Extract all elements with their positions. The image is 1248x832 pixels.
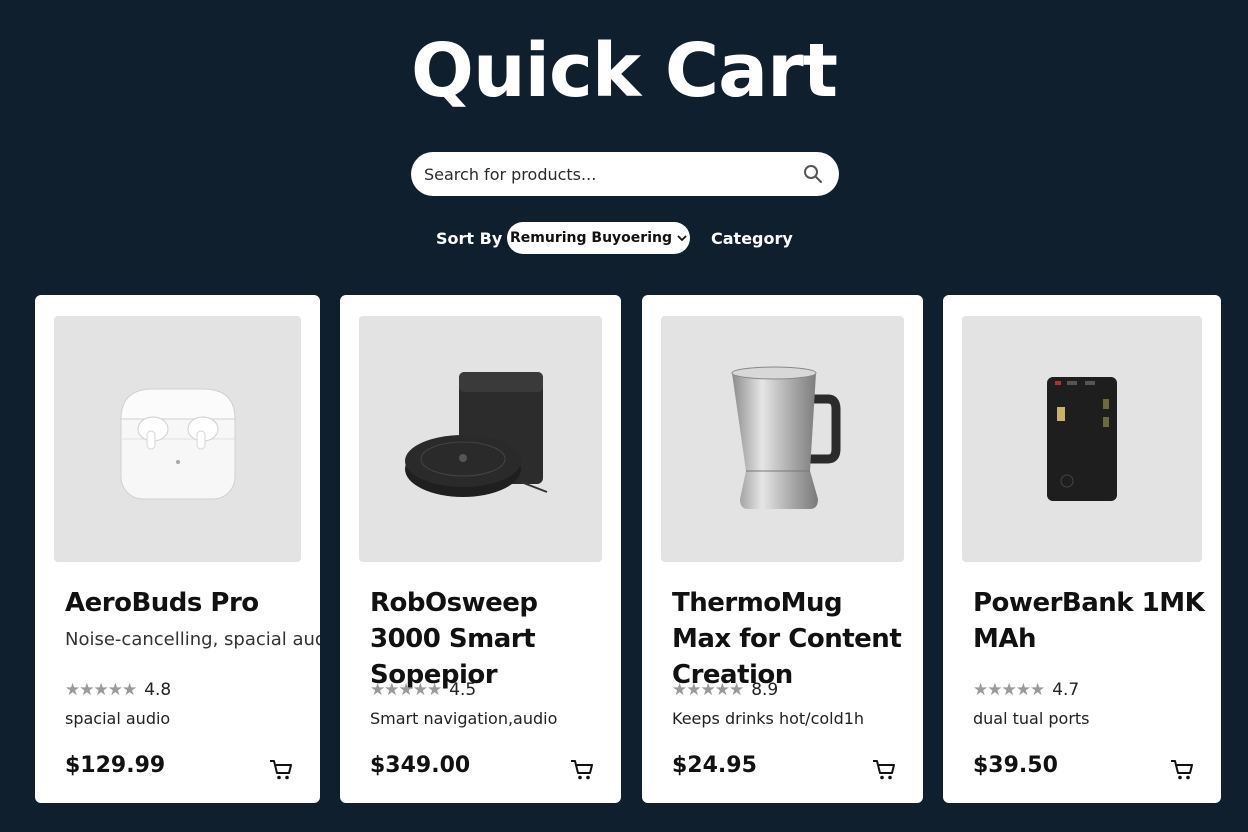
- product-rating: ★★★★★ 8.9: [672, 680, 778, 700]
- star-rating-icon: ★★★★★: [973, 680, 1045, 699]
- product-price: $349.00: [370, 753, 471, 778]
- product-image[interactable]: [54, 316, 301, 562]
- earbuds-icon: [119, 388, 236, 500]
- product-price: $24.95: [672, 753, 757, 778]
- product-image[interactable]: [661, 316, 904, 562]
- product-name[interactable]: ThermoMug Max for Content Creation: [672, 585, 909, 693]
- product-card[interactable]: AeroBuds Pro Noise-cancelling, spacial a…: [35, 295, 320, 803]
- rating-value: 4.8: [144, 680, 172, 700]
- sort-by-label: Sort By: [436, 229, 503, 248]
- rating-value: 4.7: [1052, 680, 1080, 700]
- product-price: $39.50: [973, 753, 1058, 778]
- star-rating-icon: ★★★★★: [672, 680, 744, 699]
- star-rating-icon: ★★★★★: [65, 680, 137, 699]
- quick-cart-page: Quick Cart Sort By Remuring Buyoering Ca…: [0, 0, 1248, 832]
- add-to-cart-button[interactable]: [268, 758, 294, 782]
- product-rating: ★★★★★ 4.5: [370, 680, 476, 700]
- product-rating: ★★★★★ 4.7: [973, 680, 1079, 700]
- product-rating: ★★★★★ 4.8: [65, 680, 171, 700]
- cart-icon: [873, 760, 895, 780]
- page-title: Quick Cart: [411, 28, 838, 114]
- sort-dropdown[interactable]: Remuring Buyoering: [507, 222, 690, 254]
- product-feature: Keeps drinks hot/cold1h: [672, 709, 865, 728]
- product-price: $129.99: [65, 753, 166, 778]
- travel-mug-icon: [731, 366, 840, 509]
- add-to-cart-button[interactable]: [569, 758, 595, 782]
- product-name[interactable]: RobOsweep 3000 Smart Sopepior: [370, 585, 607, 693]
- add-to-cart-button[interactable]: [871, 758, 897, 782]
- product-card[interactable]: PowerBank 1MK MAh ★★★★★ 4.7 dual tual po…: [943, 295, 1221, 803]
- cart-icon: [1171, 760, 1193, 780]
- cart-icon: [571, 760, 593, 780]
- filter-bar: Sort By Remuring Buyoering Category: [0, 222, 1248, 254]
- star-rating-icon: ★★★★★: [370, 680, 442, 699]
- product-feature: spacial audio: [65, 709, 171, 728]
- chevron-down-icon: [677, 235, 687, 242]
- product-image[interactable]: [359, 316, 602, 562]
- product-name[interactable]: AeroBuds Pro: [65, 585, 306, 621]
- product-name[interactable]: PowerBank 1MK MAh: [973, 585, 1207, 657]
- product-card[interactable]: ThermoMug Max for Content Creation ★★★★★…: [642, 295, 923, 803]
- cart-icon: [270, 760, 292, 780]
- search-bar[interactable]: [411, 152, 839, 196]
- category-filter[interactable]: Category: [711, 229, 793, 248]
- product-feature: dual tual ports: [973, 709, 1090, 728]
- rating-value: 8.9: [751, 680, 779, 700]
- search-icon[interactable]: [803, 164, 823, 184]
- search-input[interactable]: [424, 164, 803, 184]
- rating-value: 4.5: [449, 680, 477, 700]
- product-description: Noise-cancelling, spacial audio: [65, 629, 320, 650]
- product-image[interactable]: [962, 316, 1202, 562]
- robot-vacuum-icon: [404, 372, 547, 497]
- power-bank-icon: [1047, 377, 1117, 501]
- product-card[interactable]: RobOsweep 3000 Smart Sopepior ★★★★★ 4.5 …: [340, 295, 621, 803]
- product-feature: Smart navigation,audio: [370, 709, 558, 728]
- add-to-cart-button[interactable]: [1169, 758, 1195, 782]
- sort-dropdown-value: Remuring Buyoering: [510, 230, 672, 246]
